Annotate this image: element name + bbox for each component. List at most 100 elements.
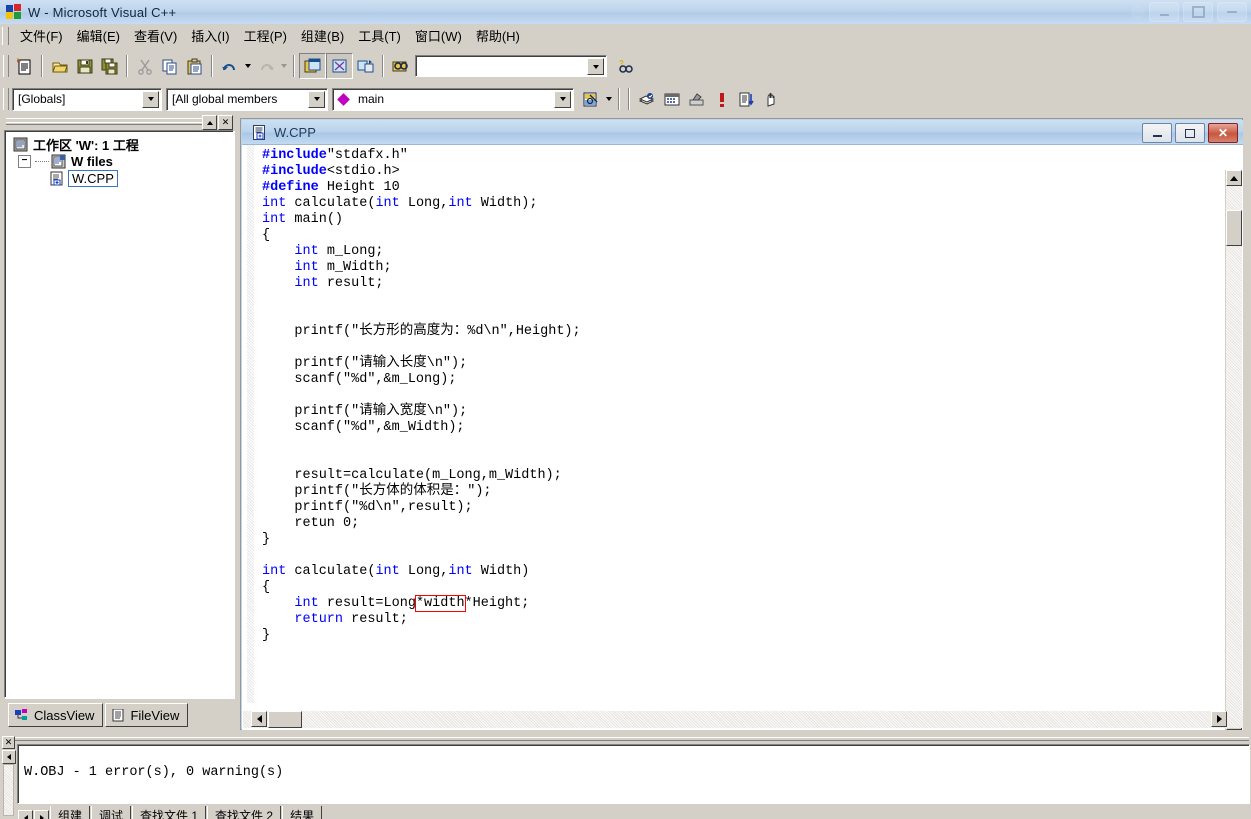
function-combo[interactable]: main <box>332 87 574 111</box>
tab-fileview[interactable]: FileView <box>105 703 189 727</box>
new-text-file-icon[interactable] <box>12 54 37 78</box>
function-combo-dropdown[interactable] <box>554 90 571 108</box>
workspace-gripper[interactable] <box>6 118 202 125</box>
code-span: scanf("%d",&m_Long); <box>262 372 457 387</box>
output-scroll-left-button[interactable] <box>2 750 16 764</box>
menu-insert[interactable]: 插入(I) <box>184 23 236 49</box>
source-code-text[interactable]: #include"stdafx.h" #include<stdio.h> #defi… <box>262 148 1251 644</box>
code-span: printf("请输入长度\n"); <box>262 356 468 371</box>
output-window-icon[interactable] <box>326 53 353 79</box>
undo-dropdown-arrow[interactable] <box>242 54 253 78</box>
code-span: } <box>262 628 271 643</box>
find-combo[interactable] <box>415 55 607 77</box>
close-button[interactable]: ✕ <box>218 115 233 130</box>
output-tab-find2[interactable]: 查找文件 2 <box>207 806 282 819</box>
code-span: result; <box>343 612 408 627</box>
output-tab-prev-button[interactable] <box>18 810 33 819</box>
execute-program-icon[interactable] <box>709 87 734 111</box>
cut-scissors-icon[interactable] <box>132 54 157 78</box>
vertical-scroll-thumb[interactable] <box>1226 210 1242 246</box>
code-span: *Height; <box>464 596 530 611</box>
help-find-icon[interactable]: ? <box>613 54 638 78</box>
editor-vertical-scrollbar[interactable] <box>1225 170 1242 730</box>
close-button[interactable] <box>1217 2 1247 22</box>
go-debug-icon[interactable] <box>734 87 759 111</box>
output-gripper[interactable] <box>14 737 1249 741</box>
insert-breakpoint-icon[interactable] <box>759 87 784 111</box>
close-output-button[interactable]: ✕ <box>2 736 15 749</box>
menu-help[interactable]: 帮助(H) <box>469 23 527 49</box>
editor-titlebar[interactable]: W.CPP ✕ <box>242 120 1243 144</box>
tree-root-workspace[interactable]: 工作区 'W': 1 工程 <box>5 136 233 153</box>
workspace-tree[interactable]: 工作区 'W': 1 工程 − W files W.CPP <box>4 130 234 698</box>
workspace-icon <box>13 137 28 152</box>
tree-node-project[interactable]: − W files <box>5 153 233 170</box>
save-icon[interactable] <box>72 54 97 78</box>
menu-view[interactable]: 查看(V) <box>127 23 184 49</box>
output-tab-build[interactable]: 组建 <box>50 806 91 819</box>
copy-icon[interactable] <box>157 54 182 78</box>
wizard-action-icon[interactable] <box>578 87 603 111</box>
undo-icon[interactable] <box>217 54 242 78</box>
redo-dropdown-arrow <box>278 54 289 78</box>
output-text-area[interactable]: W.OBJ - 1 error(s), 0 warning(s) <box>17 744 1250 804</box>
scroll-left-button[interactable] <box>251 711 267 727</box>
output-tab-debug[interactable]: 调试 <box>91 806 132 819</box>
tree-node-file[interactable]: W.CPP <box>5 170 233 187</box>
open-folder-icon[interactable] <box>47 54 72 78</box>
editor-restore-button[interactable] <box>1175 123 1205 143</box>
menu-window[interactable]: 窗口(W) <box>408 23 469 49</box>
code-line: int result; <box>262 276 1251 292</box>
code-span: <stdio.h> <box>326 164 400 179</box>
editor-minimize-button[interactable] <box>1142 123 1172 143</box>
code-line: int calculate(int Long,int Width); <box>262 196 1251 212</box>
code-span: result=Long <box>318 596 416 611</box>
window-list-icon[interactable] <box>353 54 378 78</box>
menu-project[interactable]: 工程(P) <box>237 23 294 49</box>
members-combo[interactable]: [All global members <box>166 87 328 111</box>
build-icon[interactable] <box>659 87 684 111</box>
wizard-dropdown-arrow[interactable] <box>603 87 614 111</box>
redo-icon[interactable] <box>253 54 278 78</box>
toolbar-grip[interactable] <box>3 55 9 77</box>
menu-file[interactable]: 文件(F) <box>13 23 70 49</box>
code-line: retun 0; <box>262 516 1251 532</box>
workspace-window-icon[interactable] <box>299 53 326 79</box>
code-editor-area[interactable]: #include"stdafx.h" #include<stdio.h> #defi… <box>242 144 1243 730</box>
menubar-grip[interactable] <box>2 27 9 45</box>
fileview-icon <box>112 708 124 721</box>
compile-icon[interactable] <box>634 87 659 111</box>
scroll-up-button[interactable] <box>1226 170 1242 186</box>
roll-up-button[interactable] <box>202 115 217 130</box>
paste-clipboard-icon[interactable] <box>182 54 207 78</box>
output-tab-next-button[interactable] <box>34 810 49 819</box>
editor-close-button[interactable]: ✕ <box>1208 123 1238 143</box>
minimize-button[interactable] <box>1149 2 1179 22</box>
menu-build[interactable]: 组建(B) <box>294 23 351 49</box>
maximize-button[interactable] <box>1183 2 1213 22</box>
scope-combo-dropdown[interactable] <box>142 90 159 108</box>
find-in-files-icon[interactable] <box>388 54 413 78</box>
tree-expander-collapse[interactable]: − <box>18 155 31 168</box>
code-span: retun 0; <box>262 516 360 531</box>
save-all-icon[interactable] <box>97 54 122 78</box>
find-input[interactable] <box>419 57 588 75</box>
menu-tools[interactable]: 工具(T) <box>351 23 408 49</box>
menu-edit[interactable]: 编辑(E) <box>70 23 127 49</box>
tab-classview[interactable]: ClassView <box>8 703 104 727</box>
editor-horizontal-scrollbar[interactable] <box>243 711 1243 728</box>
horizontal-scroll-thumb[interactable] <box>268 711 302 728</box>
selection-margin[interactable] <box>242 145 257 703</box>
members-combo-dropdown[interactable] <box>308 90 325 108</box>
window-menu-icon <box>1131 5 1145 19</box>
scope-combo[interactable]: [Globals] <box>12 87 162 111</box>
code-span: result=calculate(m_Long,m_Width); <box>262 468 562 483</box>
output-tab-results[interactable]: 结果 <box>282 806 323 819</box>
output-tab-find1[interactable]: 查找文件 1 <box>132 806 207 819</box>
find-combo-dropdown[interactable] <box>587 58 604 75</box>
wizardbar-grip[interactable] <box>3 88 9 110</box>
scroll-right-button[interactable] <box>1211 711 1227 727</box>
stop-build-icon[interactable] <box>684 87 709 111</box>
output-vertical-scrollbar[interactable] <box>3 764 14 816</box>
